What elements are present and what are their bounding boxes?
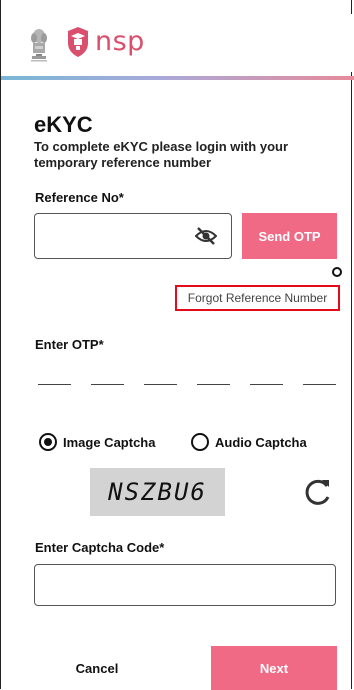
image-captcha-label: Image Captcha [63, 434, 156, 450]
audio-captcha-label: Audio Captcha [215, 434, 307, 450]
nsp-logo: nsp [67, 27, 145, 57]
header-gradient-divider [1, 76, 354, 80]
radio-selected-icon[interactable] [39, 433, 57, 451]
cancel-button[interactable]: Cancel [35, 646, 159, 690]
otp-digit-6[interactable] [303, 384, 336, 385]
captcha-code-label: Enter Captcha Code* [35, 540, 165, 555]
refresh-captcha-icon[interactable] [303, 477, 333, 507]
eye-off-icon[interactable] [195, 227, 217, 245]
image-captcha-option[interactable]: Image Captcha [39, 431, 155, 453]
mortarboard-shield-icon [68, 27, 88, 57]
captcha-code-input[interactable] [34, 564, 336, 606]
brand-name: nsp [95, 26, 145, 57]
captcha-image: NSZBU6 [90, 468, 225, 516]
next-button[interactable]: Next [211, 646, 337, 690]
touch-indicator [332, 267, 342, 277]
send-otp-button[interactable]: Send OTP [242, 213, 337, 259]
national-emblem-icon [31, 29, 47, 62]
forgot-reference-number-link[interactable]: Forgot Reference Number [175, 285, 340, 311]
reference-label: Reference No* [35, 190, 124, 205]
otp-label: Enter OTP* [35, 337, 104, 352]
otp-digit-4[interactable] [197, 384, 230, 385]
reference-number-input[interactable] [34, 213, 232, 259]
radio-unselected-icon[interactable] [191, 433, 209, 451]
app-header: nsp [1, 14, 354, 72]
audio-captcha-option[interactable]: Audio Captcha [191, 431, 307, 453]
page-title: eKYC [34, 112, 93, 137]
otp-digit-2[interactable] [91, 384, 124, 385]
otp-digit-3[interactable] [144, 384, 177, 385]
page-subtitle: To complete eKYC please login with your … [34, 139, 289, 170]
otp-digit-5[interactable] [250, 384, 283, 385]
otp-input-group [38, 384, 336, 388]
app-frame: nsp eKYC To complete eKYC please login w… [0, 0, 354, 690]
otp-digit-1[interactable] [38, 384, 71, 385]
